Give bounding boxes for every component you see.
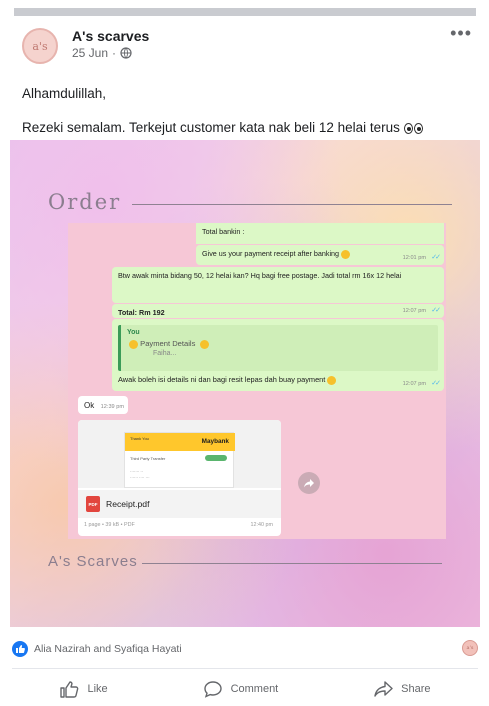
quoted-message: You Payment Details Faiha... — [118, 325, 438, 371]
chat-bubble-ok: Ok 12:39 pm — [78, 396, 128, 414]
chat-time: 12:01 pm — [402, 254, 426, 261]
image-order-title: Order — [48, 190, 122, 214]
more-icon[interactable]: ••• — [450, 24, 472, 42]
post-meta: 25 Jun · — [72, 46, 132, 60]
eyes-emoji-icon — [403, 122, 424, 134]
like-button[interactable]: Like — [59, 680, 108, 698]
post-caption-line2: Rezeki semalam. Terkejut customer kata n… — [22, 120, 424, 135]
comment-icon — [203, 681, 222, 698]
quote-title-text: Payment Details — [140, 339, 196, 349]
reactors-text[interactable]: Alia Nazirah and Syafiqa Hayati — [34, 643, 182, 655]
star-emoji-icon — [129, 339, 138, 349]
page-avatar[interactable]: a's — [22, 28, 58, 64]
chat-time: 12:07 pm — [402, 307, 426, 314]
chat-text: Btw awak minta bidang 50, 12 helai kan? … — [118, 271, 402, 280]
quote-sub: Faiha... — [153, 350, 177, 358]
caption-text: Rezeki semalam. Terkejut customer kata n… — [22, 120, 400, 135]
chat-bubble-total: Total bankin : — [196, 223, 444, 244]
pdf-file-name: Receipt.pdf — [106, 499, 150, 509]
share-label: Share — [401, 683, 431, 695]
chat-bubble-postage: Btw awak minta bidang 50, 12 helai kan? … — [112, 267, 444, 303]
share-icon — [374, 681, 393, 697]
receipt-status-pill — [205, 455, 227, 461]
receipt-details-blur: ······· ·· ······ ···· ··· — [130, 469, 150, 480]
quote-title: Payment Details — [127, 338, 432, 349]
chat-bubble-payment-details: You Payment Details Faiha... Awak boleh … — [112, 319, 444, 391]
read-ticks-icon: ✓✓ — [431, 253, 441, 261]
read-ticks-icon: ✓✓ — [431, 306, 441, 314]
receipt-preview: Thank You Maybank Third Party Transfer ·… — [124, 432, 235, 488]
chat-text: Awak boleh isi details ni dan bagi resit… — [118, 375, 326, 384]
page-name[interactable]: A's scarves — [72, 28, 149, 44]
comment-button[interactable]: Comment — [203, 680, 279, 698]
quote-author: You — [127, 329, 140, 336]
chat-text: Total bankin : — [202, 227, 245, 236]
pdf-attachment: Thank You Maybank Third Party Transfer ·… — [78, 420, 281, 536]
meta-separator: · — [112, 46, 117, 60]
pdf-file-row: PDF Receipt.pdf — [78, 490, 281, 518]
globe-icon — [120, 47, 132, 59]
chat-text: Total: Rm 192 — [118, 308, 165, 317]
post-header: a's A's scarves 25 Jun · ••• — [22, 24, 472, 64]
smile-emoji-icon — [327, 375, 337, 385]
reactions-bar[interactable]: Alia Nazirah and Syafiqa Hayati a's — [12, 640, 478, 658]
receipt-row: Third Party Transfer — [130, 456, 166, 461]
chat-bubble-receipt-request: Give us your payment receipt after banki… — [196, 245, 444, 265]
comment-label: Comment — [230, 683, 279, 695]
receipt-header: Thank You Maybank — [125, 433, 235, 451]
avatar-logo-text: a's — [32, 39, 48, 53]
chat-text: Ok — [84, 401, 95, 410]
viewer-avatar[interactable]: a's — [462, 640, 478, 656]
bank-logo: Maybank — [201, 438, 229, 445]
chat-text: Give us your payment receipt after banki… — [202, 249, 340, 258]
forward-icon — [298, 472, 320, 494]
image-brand-title: A's Scarves — [48, 553, 138, 570]
like-badge-icon — [12, 641, 28, 657]
chat-text-wrap: Awak boleh isi details ni dan bagi resit… — [118, 375, 337, 386]
pdf-thumbnail: Thank You Maybank Third Party Transfer ·… — [78, 420, 281, 488]
smile-emoji-icon — [341, 249, 351, 259]
image-order-divider — [132, 204, 452, 205]
chat-time: 12:40 pm — [250, 522, 273, 528]
previous-post-divider — [14, 8, 476, 16]
pdf-icon: PDF — [86, 496, 100, 512]
chat-screenshot: Total bankin : Give us your payment rece… — [68, 223, 446, 539]
like-icon — [60, 681, 79, 698]
read-ticks-icon: ✓✓ — [431, 379, 441, 387]
chat-time: 12:07 pm — [402, 380, 426, 387]
post-caption-line1: Alhamdulillah, — [22, 86, 107, 101]
image-brand-divider — [142, 563, 442, 564]
post-date[interactable]: 25 Jun — [72, 46, 108, 60]
chat-bubble-total-price: Total: Rm 192 12:07 pm ✓✓ — [112, 304, 444, 318]
share-button[interactable]: Share — [373, 680, 431, 698]
chat-time: 12:39 pm — [100, 403, 124, 410]
pdf-file-meta: 1 page • 39 kB • PDF — [84, 522, 135, 528]
star-emoji-icon — [199, 339, 209, 349]
receipt-thanks: Thank You — [130, 436, 149, 441]
post-image[interactable]: Order Total bankin : Give us your paymen… — [10, 140, 480, 627]
post-actions: Like Comment Share — [12, 675, 478, 703]
like-label: Like — [87, 683, 108, 695]
actions-divider — [12, 668, 478, 669]
